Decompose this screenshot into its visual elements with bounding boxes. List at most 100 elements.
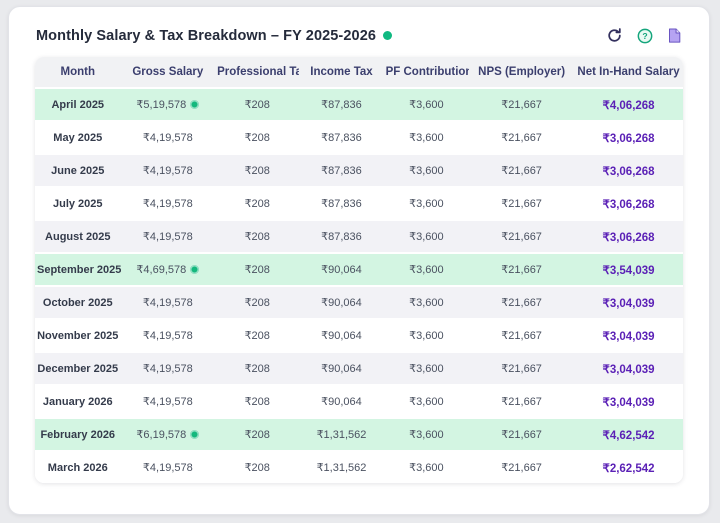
professional-tax-cell: ₹208 <box>215 450 299 483</box>
gross-info-badge-icon[interactable] <box>190 265 199 274</box>
nps-employer-cell: ₹21,667 <box>469 384 574 417</box>
pf-contribution-cell: ₹3,600 <box>384 252 470 285</box>
card-header: Monthly Salary & Tax Breakdown – FY 2025… <box>9 7 709 57</box>
title-wrap: Monthly Salary & Tax Breakdown – FY 2025… <box>36 28 392 44</box>
gross-salary-cell: ₹4,19,578 <box>121 450 216 483</box>
refresh-button[interactable] <box>606 27 623 44</box>
table-row: July 2025 ₹4,19,578 ₹208 ₹87,836 ₹3,600 … <box>35 186 683 219</box>
income-tax-cell: ₹87,836 <box>299 120 383 153</box>
month-cell: May 2025 <box>35 120 121 153</box>
column-header-gross-salary: Gross Salary <box>121 57 216 87</box>
table-row: May 2025 ₹4,19,578 ₹208 ₹87,836 ₹3,600 ₹… <box>35 120 683 153</box>
net-in-hand-cell: ₹3,06,268 <box>574 219 683 252</box>
pf-contribution-cell: ₹3,600 <box>384 450 470 483</box>
month-cell: January 2026 <box>35 384 121 417</box>
net-in-hand-cell: ₹3,04,039 <box>574 318 683 351</box>
professional-tax-cell: ₹208 <box>215 384 299 417</box>
month-cell: March 2026 <box>35 450 121 483</box>
month-cell: August 2025 <box>35 219 121 252</box>
table-row: March 2026 ₹4,19,578 ₹208 ₹1,31,562 ₹3,6… <box>35 450 683 483</box>
gross-salary-cell: ₹4,69,578 <box>121 252 216 285</box>
table-body: April 2025 ₹5,19,578 ₹208 ₹87,836 ₹3,600… <box>35 87 683 483</box>
pf-contribution-cell: ₹3,600 <box>384 417 470 450</box>
gross-salary-value: ₹4,19,578 <box>143 198 193 210</box>
gross-info-badge-icon[interactable] <box>190 100 199 109</box>
net-in-hand-cell: ₹3,04,039 <box>574 384 683 417</box>
income-tax-cell: ₹1,31,562 <box>299 417 383 450</box>
svg-text:?: ? <box>642 31 647 41</box>
professional-tax-cell: ₹208 <box>215 87 299 120</box>
income-tax-cell: ₹87,836 <box>299 186 383 219</box>
table-row: April 2025 ₹5,19,578 ₹208 ₹87,836 ₹3,600… <box>35 87 683 120</box>
column-header-professional-tax: Professional Tax <box>215 57 299 87</box>
nps-employer-cell: ₹21,667 <box>469 351 574 384</box>
professional-tax-cell: ₹208 <box>215 285 299 318</box>
nps-employer-cell: ₹21,667 <box>469 417 574 450</box>
net-in-hand-cell: ₹4,06,268 <box>574 87 683 120</box>
nps-employer-cell: ₹21,667 <box>469 120 574 153</box>
net-in-hand-cell: ₹3,54,039 <box>574 252 683 285</box>
income-tax-cell: ₹90,064 <box>299 252 383 285</box>
income-tax-cell: ₹1,31,562 <box>299 450 383 483</box>
net-in-hand-cell: ₹3,06,268 <box>574 186 683 219</box>
header-toolbar: ? <box>606 27 683 44</box>
nps-employer-cell: ₹21,667 <box>469 318 574 351</box>
nps-employer-cell: ₹21,667 <box>469 219 574 252</box>
income-tax-cell: ₹90,064 <box>299 384 383 417</box>
professional-tax-cell: ₹208 <box>215 186 299 219</box>
gross-salary-cell: ₹4,19,578 <box>121 384 216 417</box>
month-cell: October 2025 <box>35 285 121 318</box>
pf-contribution-cell: ₹3,600 <box>384 153 470 186</box>
professional-tax-cell: ₹208 <box>215 417 299 450</box>
gross-salary-value: ₹4,19,578 <box>143 330 193 342</box>
pf-contribution-cell: ₹3,600 <box>384 87 470 120</box>
export-document-button[interactable] <box>666 27 683 44</box>
gross-salary-value: ₹4,19,578 <box>143 396 193 408</box>
nps-employer-cell: ₹21,667 <box>469 87 574 120</box>
gross-salary-cell: ₹5,19,578 <box>121 87 216 120</box>
income-tax-cell: ₹87,836 <box>299 153 383 186</box>
column-header-income-tax: Income Tax <box>299 57 383 87</box>
pf-contribution-cell: ₹3,600 <box>384 285 470 318</box>
column-header-net-in-hand: Net In-Hand Salary <box>574 57 683 87</box>
pf-contribution-cell: ₹3,600 <box>384 120 470 153</box>
table-row: November 2025 ₹4,19,578 ₹208 ₹90,064 ₹3,… <box>35 318 683 351</box>
month-cell: June 2025 <box>35 153 121 186</box>
gross-info-badge-icon[interactable] <box>190 430 199 439</box>
table-row: January 2026 ₹4,19,578 ₹208 ₹90,064 ₹3,6… <box>35 384 683 417</box>
column-header-pf-contribution: PF Contribution <box>384 57 470 87</box>
professional-tax-cell: ₹208 <box>215 120 299 153</box>
month-cell: November 2025 <box>35 318 121 351</box>
professional-tax-cell: ₹208 <box>215 219 299 252</box>
income-tax-cell: ₹90,064 <box>299 318 383 351</box>
nps-employer-cell: ₹21,667 <box>469 186 574 219</box>
status-dot-icon <box>383 31 392 40</box>
pf-contribution-cell: ₹3,600 <box>384 219 470 252</box>
net-in-hand-cell: ₹3,04,039 <box>574 285 683 318</box>
header-row: Month Gross Salary Professional Tax Inco… <box>35 57 683 87</box>
table-row: August 2025 ₹4,19,578 ₹208 ₹87,836 ₹3,60… <box>35 219 683 252</box>
gross-salary-value: ₹4,19,578 <box>143 165 193 177</box>
professional-tax-cell: ₹208 <box>215 153 299 186</box>
month-cell: July 2025 <box>35 186 121 219</box>
gross-salary-cell: ₹4,19,578 <box>121 219 216 252</box>
net-in-hand-cell: ₹2,62,542 <box>574 450 683 483</box>
income-tax-cell: ₹87,836 <box>299 87 383 120</box>
column-header-nps-employer: NPS (Employer) <box>469 57 574 87</box>
salary-breakdown-card: Monthly Salary & Tax Breakdown – FY 2025… <box>8 6 710 515</box>
professional-tax-cell: ₹208 <box>215 252 299 285</box>
nps-employer-cell: ₹21,667 <box>469 153 574 186</box>
month-cell: September 2025 <box>35 252 121 285</box>
nps-employer-cell: ₹21,667 <box>469 450 574 483</box>
help-button[interactable]: ? <box>636 27 653 44</box>
gross-salary-value: ₹4,19,578 <box>143 363 193 375</box>
gross-salary-cell: ₹4,19,578 <box>121 186 216 219</box>
column-header-month: Month <box>35 57 121 87</box>
salary-table: Month Gross Salary Professional Tax Inco… <box>35 57 683 483</box>
pf-contribution-cell: ₹3,600 <box>384 186 470 219</box>
refresh-icon <box>607 28 622 43</box>
gross-salary-value: ₹6,19,578 <box>136 429 186 441</box>
professional-tax-cell: ₹208 <box>215 351 299 384</box>
table-row: October 2025 ₹4,19,578 ₹208 ₹90,064 ₹3,6… <box>35 285 683 318</box>
gross-salary-cell: ₹4,19,578 <box>121 351 216 384</box>
